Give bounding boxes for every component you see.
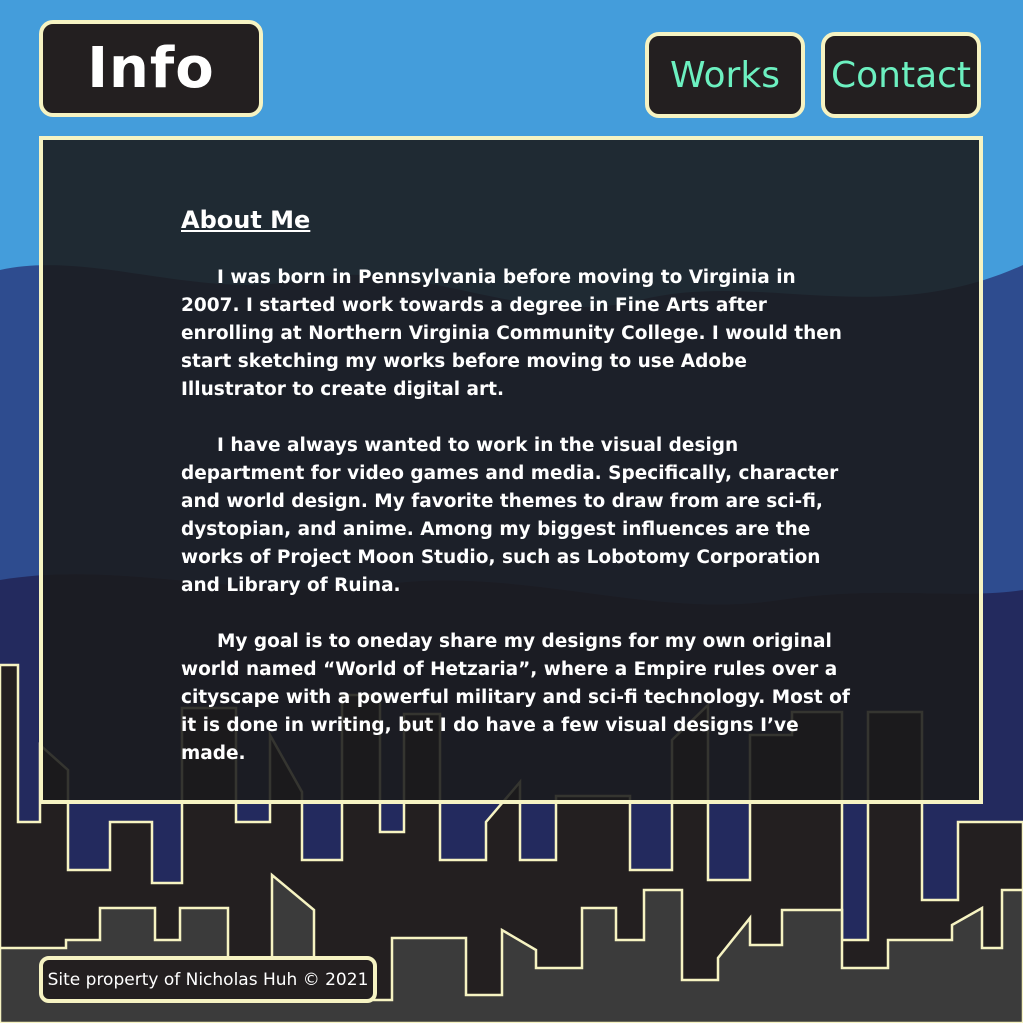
footer-badge: Site property of Nicholas Huh © 2021 bbox=[39, 956, 377, 1003]
nav-contact-button[interactable]: Contact bbox=[821, 32, 981, 118]
about-paragraph-3: My goal is to oneday share my designs fo… bbox=[181, 631, 850, 764]
about-paragraph-2: I have always wanted to work in the visu… bbox=[181, 435, 839, 596]
nav-works-label: Works bbox=[670, 54, 780, 96]
about-section: About Me I was born in Pennsylvania befo… bbox=[181, 206, 851, 796]
about-heading: About Me bbox=[181, 206, 311, 234]
about-paragraph-1: I was born in Pennsylvania before moving… bbox=[181, 267, 842, 400]
content-panel: About Me I was born in Pennsylvania befo… bbox=[39, 136, 983, 804]
footer-text: Site property of Nicholas Huh © 2021 bbox=[47, 969, 369, 990]
nav-contact-label: Contact bbox=[830, 54, 972, 96]
nav-works-button[interactable]: Works bbox=[645, 32, 805, 118]
logo-label: Info bbox=[87, 36, 215, 101]
site-logo[interactable]: Info bbox=[39, 20, 263, 117]
